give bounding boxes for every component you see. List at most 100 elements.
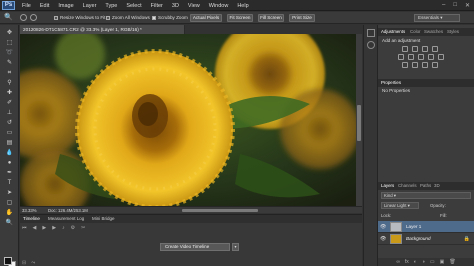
menu-edit[interactable]: Edit <box>40 3 49 9</box>
vertical-scroll-thumb[interactable] <box>357 105 361 141</box>
fill-label[interactable]: Fill: <box>440 213 447 218</box>
link-icon[interactable]: ∞ <box>396 259 400 265</box>
zoom-out-icon[interactable] <box>30 14 37 21</box>
history-icon[interactable] <box>367 29 375 37</box>
create-video-timeline-button[interactable]: Create Video Timeline <box>160 243 230 251</box>
move-tool-icon[interactable]: ✥ <box>5 29 14 37</box>
layer-row-background[interactable]: 👁 Background 🔒 <box>378 233 474 245</box>
posterize-icon[interactable] <box>412 62 418 68</box>
fill-screen-button[interactable]: Fill Screen <box>258 14 284 22</box>
history-brush-tool-icon[interactable]: ↺ <box>5 119 14 127</box>
zoom-all-checkbox[interactable]: Zoom All Windows <box>106 15 150 20</box>
path-select-tool-icon[interactable]: ➤ <box>5 189 14 197</box>
render-icon[interactable]: ⤳ <box>31 260 35 266</box>
info-icon[interactable] <box>367 41 375 49</box>
menu-layer[interactable]: Layer <box>83 3 97 9</box>
document-canvas[interactable] <box>20 34 356 206</box>
opacity-label[interactable]: Opacity: <box>430 203 446 208</box>
tab-timeline[interactable]: Timeline <box>23 216 40 221</box>
scrubby-zoom-checkbox[interactable]: Scrubby Zoom <box>152 15 188 20</box>
dodge-tool-icon[interactable]: ● <box>5 159 14 167</box>
layer-row-layer1[interactable]: 👁 Layer 1 <box>378 221 474 233</box>
gradient-tool-icon[interactable]: ▤ <box>5 139 14 147</box>
settings-icon[interactable]: ⚙ <box>71 225 75 231</box>
timeline-dropdown[interactable]: ▾ <box>232 243 239 251</box>
zoom-tool-icon[interactable]: 🔍 <box>4 14 13 21</box>
tab-properties[interactable]: Properties <box>381 80 401 85</box>
resize-windows-checkbox[interactable]: Resize Windows to Fit <box>54 15 105 20</box>
tab-color[interactable]: Color <box>410 29 421 34</box>
blend-mode-select[interactable]: Linear Light ▾ <box>381 202 419 209</box>
maximize-button[interactable]: □ <box>453 2 457 9</box>
eyedropper-tool-icon[interactable]: ⚲ <box>5 79 14 87</box>
menu-select[interactable]: Select <box>126 3 141 9</box>
workspace-select[interactable]: Essentials ▾ <box>414 14 460 22</box>
menu-help[interactable]: Help <box>237 3 248 9</box>
quick-select-tool-icon[interactable]: ✎ <box>5 59 14 67</box>
horizontal-scroll-thumb[interactable] <box>182 209 258 212</box>
adjustment-layer-icon[interactable]: ◑ <box>422 259 425 265</box>
hand-tool-icon[interactable]: ✋ <box>5 209 14 217</box>
tab-paths[interactable]: Paths <box>420 183 431 188</box>
first-frame-icon[interactable]: ⏮ <box>22 225 27 231</box>
vibrance-icon[interactable] <box>398 54 404 60</box>
shape-tool-icon[interactable]: ▢ <box>5 199 14 207</box>
lasso-tool-icon[interactable]: ➰ <box>5 49 14 57</box>
tab-measurement-log[interactable]: Measurement Log <box>48 216 84 221</box>
minimize-button[interactable]: – <box>442 2 445 9</box>
document-tab[interactable]: 20120826-DT1C5871.CR2 @ 33.3% (Layer 1, … <box>20 25 185 34</box>
threshold-icon[interactable] <box>422 62 428 68</box>
menu-window[interactable]: Window <box>209 3 229 9</box>
crop-tool-icon[interactable]: ⌗ <box>5 69 14 77</box>
new-layer-icon[interactable]: ▣ <box>440 259 445 265</box>
tab-swatches[interactable]: Swatches <box>424 29 443 34</box>
zoom-level[interactable]: 33.33% <box>22 208 37 213</box>
foreground-color-swatch[interactable] <box>4 257 12 265</box>
gradient-map-icon[interactable] <box>432 62 438 68</box>
type-tool-icon[interactable]: T <box>5 179 14 187</box>
tab-channels[interactable]: Channels <box>398 183 417 188</box>
photo-filter-icon[interactable] <box>438 54 444 60</box>
invert-icon[interactable] <box>402 62 408 68</box>
audio-icon[interactable]: ♪ <box>62 225 65 231</box>
tab-styles[interactable]: Styles <box>447 29 459 34</box>
actual-pixels-button[interactable]: Actual Pixels <box>190 14 222 22</box>
menu-type[interactable]: Type <box>105 3 117 9</box>
tab-adjustments[interactable]: Adjustments <box>381 29 405 34</box>
fx-icon[interactable]: fx <box>405 259 409 265</box>
fit-screen-button[interactable]: Fit Screen <box>227 14 253 22</box>
black-white-icon[interactable] <box>428 54 434 60</box>
play-icon[interactable]: ▶ <box>42 225 46 231</box>
zoom-in-icon[interactable] <box>20 14 27 21</box>
brightness-icon[interactable] <box>402 46 408 52</box>
print-size-button[interactable]: Print Size <box>289 14 315 22</box>
next-frame-icon[interactable]: ▶ <box>52 225 56 231</box>
menu-image[interactable]: Image <box>58 3 73 9</box>
menu-filter[interactable]: Filter <box>151 3 163 9</box>
hue-saturation-icon[interactable] <box>408 54 414 60</box>
levels-icon[interactable] <box>412 46 418 52</box>
menu-view[interactable]: View <box>188 3 200 9</box>
trash-icon[interactable]: 🗑 <box>449 259 455 265</box>
mask-icon[interactable]: ◐ <box>414 259 417 265</box>
blur-tool-icon[interactable]: 💧 <box>5 149 14 157</box>
clone-stamp-tool-icon[interactable]: ⊥ <box>5 109 14 117</box>
exposure-icon[interactable] <box>432 46 438 52</box>
curves-icon[interactable] <box>422 46 428 52</box>
convert-frame-icon[interactable]: ⊟ <box>22 260 26 266</box>
close-button[interactable]: ✕ <box>465 2 470 9</box>
menu-3d[interactable]: 3D <box>172 3 179 9</box>
folder-icon[interactable]: ▭ <box>430 259 435 265</box>
marquee-tool-icon[interactable]: ⬚ <box>5 39 14 47</box>
visibility-eye-icon[interactable]: 👁 <box>380 224 386 230</box>
tab-mini-bridge[interactable]: Mini Bridge <box>92 216 115 221</box>
color-balance-icon[interactable] <box>418 54 424 60</box>
zoom-tool-icon[interactable]: 🔍 <box>5 219 14 227</box>
menu-file[interactable]: File <box>22 3 31 9</box>
document-info[interactable]: Doc: 126.4M/253.1M <box>48 208 88 213</box>
layer-filter-kind[interactable]: Kind ▾ <box>381 192 471 199</box>
brush-tool-icon[interactable]: ✐ <box>5 99 14 107</box>
eraser-tool-icon[interactable]: ▭ <box>5 129 14 137</box>
split-icon[interactable]: ✂ <box>81 225 85 231</box>
visibility-eye-icon[interactable]: 👁 <box>380 236 386 242</box>
